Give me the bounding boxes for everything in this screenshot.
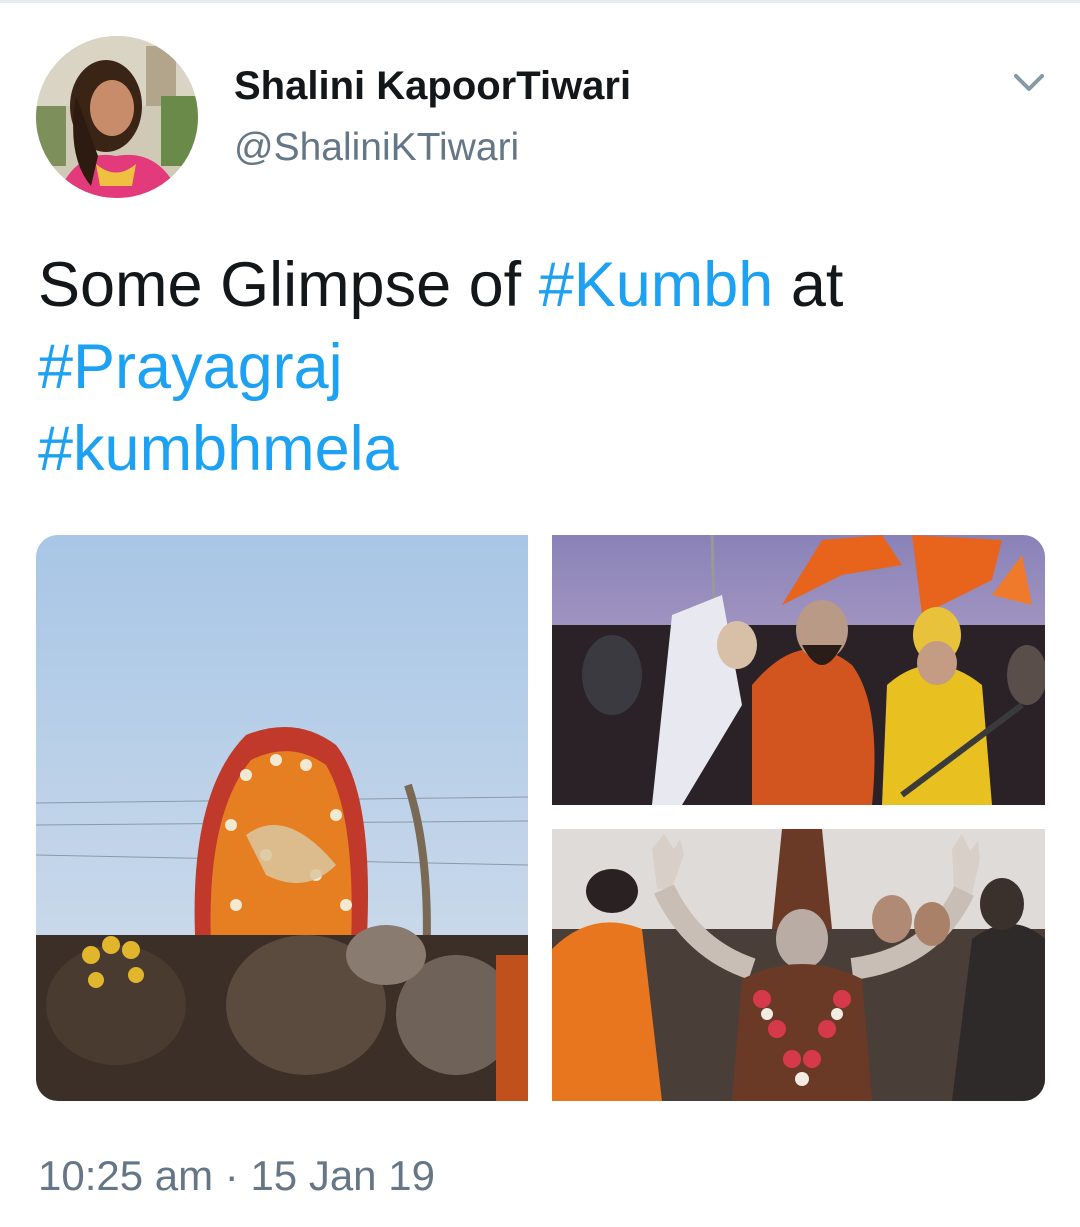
hashtag-kumbh[interactable]: #Kumbh bbox=[539, 250, 774, 320]
procession-photo-icon bbox=[36, 535, 528, 1101]
author-display-name[interactable]: Shalini KapoorTiwari bbox=[234, 64, 631, 109]
chevron-down-icon bbox=[1014, 74, 1044, 91]
tweet-options-button[interactable] bbox=[1006, 60, 1052, 106]
tweet-photo-1[interactable] bbox=[36, 535, 528, 1101]
saints-photo-icon bbox=[552, 535, 1045, 805]
tweet-photo-2[interactable] bbox=[552, 535, 1045, 805]
hashtag-prayagraj[interactable]: #Prayagraj bbox=[38, 332, 343, 402]
avatar[interactable] bbox=[36, 36, 198, 198]
tweet-text-prefix: Some Glimpse of bbox=[38, 250, 539, 320]
tweet-timestamp[interactable]: 10:25 am · 15 Jan 19 bbox=[38, 1152, 435, 1200]
tweet-photo-3[interactable] bbox=[552, 829, 1045, 1101]
tweet-text-suffix: at bbox=[773, 250, 844, 320]
sadhu-photo-icon bbox=[552, 829, 1045, 1101]
hashtag-kumbhmela[interactable]: #kumbhmela bbox=[38, 414, 399, 484]
tweet-text: Some Glimpse of #Kumbh at #Prayagraj #ku… bbox=[38, 244, 1038, 490]
profile-photo-icon bbox=[36, 36, 198, 198]
author-handle[interactable]: @ShaliniKTiwari bbox=[234, 126, 519, 170]
top-divider bbox=[0, 0, 1080, 3]
